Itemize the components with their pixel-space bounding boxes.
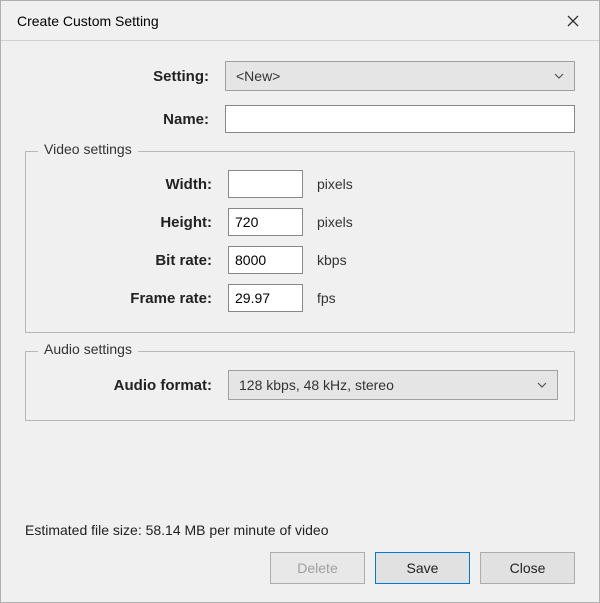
- bitrate-unit: kbps: [317, 252, 347, 268]
- height-unit: pixels: [317, 214, 353, 230]
- framerate-input[interactable]: [228, 284, 303, 312]
- height-label: Height:: [42, 214, 228, 231]
- chevron-down-icon: [537, 379, 547, 391]
- save-button[interactable]: Save: [375, 552, 470, 584]
- width-label: Width:: [42, 176, 228, 193]
- width-row: Width: pixels: [42, 170, 558, 198]
- audio-format-dropdown[interactable]: 128 kbps, 48 kHz, stereo: [228, 370, 558, 400]
- width-input[interactable]: [228, 170, 303, 198]
- name-input[interactable]: [225, 105, 575, 133]
- setting-row: Setting: <New>: [25, 61, 575, 91]
- name-row: Name:: [25, 105, 575, 133]
- button-row: Delete Save Close: [25, 552, 575, 584]
- dialog-footer: Estimated file size: 58.14 MB per minute…: [1, 500, 599, 602]
- delete-button: Delete: [270, 552, 365, 584]
- setting-dropdown[interactable]: <New>: [225, 61, 575, 91]
- framerate-label: Frame rate:: [42, 290, 228, 307]
- close-icon[interactable]: [559, 7, 587, 35]
- dialog-content: Setting: <New> Name: Video settings Widt…: [1, 41, 599, 500]
- audio-format-value: 128 kbps, 48 kHz, stereo: [239, 377, 394, 393]
- audio-format-row: Audio format: 128 kbps, 48 kHz, stereo: [42, 370, 558, 400]
- name-label: Name:: [25, 111, 225, 128]
- create-custom-setting-dialog: Create Custom Setting Setting: <New> Nam…: [0, 0, 600, 603]
- titlebar: Create Custom Setting: [1, 1, 599, 41]
- bitrate-input[interactable]: [228, 246, 303, 274]
- audio-settings-group: Audio settings Audio format: 128 kbps, 4…: [25, 351, 575, 421]
- bitrate-label: Bit rate:: [42, 252, 228, 269]
- height-input[interactable]: [228, 208, 303, 236]
- height-row: Height: pixels: [42, 208, 558, 236]
- video-settings-group: Video settings Width: pixels Height: pix…: [25, 151, 575, 333]
- setting-label: Setting:: [25, 68, 225, 85]
- setting-dropdown-value: <New>: [236, 68, 280, 84]
- framerate-unit: fps: [317, 290, 336, 306]
- video-settings-legend: Video settings: [38, 141, 138, 157]
- close-button[interactable]: Close: [480, 552, 575, 584]
- chevron-down-icon: [554, 70, 564, 82]
- dialog-title: Create Custom Setting: [17, 13, 159, 29]
- audio-format-label: Audio format:: [42, 377, 228, 394]
- width-unit: pixels: [317, 176, 353, 192]
- bitrate-row: Bit rate: kbps: [42, 246, 558, 274]
- audio-settings-legend: Audio settings: [38, 341, 138, 357]
- file-size-estimate: Estimated file size: 58.14 MB per minute…: [25, 522, 575, 538]
- framerate-row: Frame rate: fps: [42, 284, 558, 312]
